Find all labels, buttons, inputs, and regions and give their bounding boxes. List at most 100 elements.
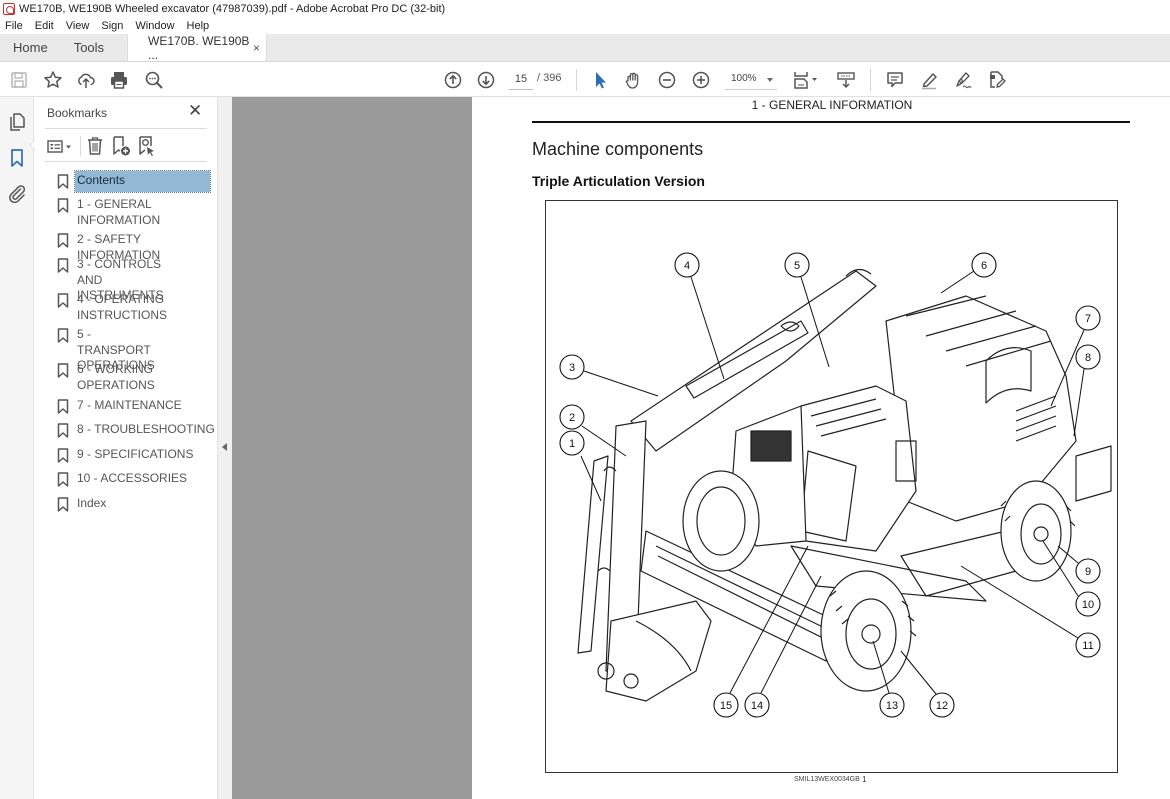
page-thumbnails-icon[interactable]: [7, 112, 27, 132]
sign-pen-icon[interactable]: [953, 70, 973, 90]
menu-view[interactable]: View: [66, 20, 90, 32]
callout-label: 13: [886, 700, 898, 712]
callout-label: 2: [569, 412, 575, 424]
menu-edit[interactable]: Edit: [35, 20, 54, 32]
comment-icon[interactable]: [885, 70, 905, 90]
bookmark-icon: [57, 472, 69, 487]
scroll-mode-icon[interactable]: [836, 70, 856, 90]
callout-12: 12: [900, 650, 955, 718]
edit-pdf-icon[interactable]: [987, 70, 1007, 90]
callout-label: 10: [1082, 599, 1094, 611]
bookmark-icon: [57, 293, 69, 308]
bookmark-label: Index: [77, 496, 107, 510]
menu-file[interactable]: File: [5, 20, 23, 32]
document-background: [232, 97, 472, 799]
bookmark-label: 4 - OPERATING INSTRUCTIONS: [77, 292, 167, 322]
excavator-drawing: 1 2 3 4 5 6 7 8 9 10 11 12 13 14 15: [559, 252, 1112, 718]
find-bookmark-icon[interactable]: [136, 135, 158, 157]
upload-cloud-icon[interactable]: [76, 70, 96, 90]
bookmark-item-general-information[interactable]: 1 - GENERAL INFORMATION: [57, 197, 217, 228]
page-subheading: Triple Articulation Version: [532, 173, 705, 189]
next-page-icon[interactable]: [476, 70, 496, 90]
bookmark-item-troubleshooting[interactable]: 8 - TROUBLESHOOTING: [57, 422, 217, 438]
chevron-down-icon: [767, 78, 773, 82]
zoom-in-icon[interactable]: [691, 70, 711, 90]
callout-label: 5: [794, 260, 800, 272]
toolbar-divider: [576, 69, 577, 91]
bookmark-item-working-operations[interactable]: 6 - WORKING OPERATIONS: [57, 362, 217, 393]
bookmark-label: 10 - ACCESSORIES: [77, 471, 188, 485]
tab-tools[interactable]: Tools: [61, 34, 117, 61]
bookmark-icon: [57, 258, 69, 273]
new-bookmark-icon[interactable]: [110, 135, 132, 157]
menu-bar: File Edit View Sign Window Help: [0, 17, 1170, 34]
previous-page-icon[interactable]: [443, 70, 463, 90]
select-tool-icon[interactable]: [590, 70, 610, 90]
page-running-header: 1 - GENERAL INFORMATION: [751, 98, 913, 112]
tab-document-label: WE170B. WE190B ...: [148, 33, 250, 62]
bookmark-icon: [57, 328, 69, 343]
navigation-rail: [0, 97, 34, 799]
zoom-out-icon[interactable]: [657, 70, 677, 90]
window-title: WE170B, WE190B Wheeled excavator (479870…: [19, 2, 446, 15]
acrobat-app-icon: [3, 2, 15, 15]
bookmark-item-accessories[interactable]: 10 - ACCESSORIES: [57, 471, 217, 487]
tab-bar: Home Tools WE170B. WE190B ... ×: [0, 34, 1170, 62]
bookmark-item-specifications[interactable]: 9 - SPECIFICATIONS: [57, 447, 217, 463]
collapse-panel-icon[interactable]: [222, 443, 227, 451]
bookmark-icon: [57, 363, 69, 378]
print-icon[interactable]: [109, 70, 129, 90]
bookmark-item-operating-instructions[interactable]: 4 - OPERATING INSTRUCTIONS: [57, 292, 217, 323]
menu-window[interactable]: Window: [135, 20, 174, 32]
menu-help[interactable]: Help: [187, 20, 210, 32]
bookmark-label: 1 - GENERAL INFORMATION: [77, 197, 161, 227]
callout-label: 6: [981, 260, 987, 272]
tab-document[interactable]: WE170B. WE190B ... ×: [127, 33, 268, 62]
save-icon[interactable]: [9, 70, 29, 90]
bookmark-item-index[interactable]: Index: [57, 496, 217, 512]
bookmark-icon: [57, 448, 69, 463]
bookmark-icon: [57, 497, 69, 512]
callout-label: 15: [720, 700, 732, 712]
callout-label: 9: [1085, 566, 1091, 578]
close-panel-icon[interactable]: ✕: [188, 102, 202, 119]
callout-label: 11: [1082, 640, 1093, 652]
page-heading: Machine components: [532, 139, 704, 159]
figure-caption: SMIL13WEX0034GB: [794, 776, 860, 783]
hand-tool-icon[interactable]: [623, 70, 643, 90]
panel-splitter[interactable]: [218, 97, 232, 799]
bookmark-icon: [57, 198, 69, 213]
bookmark-label: 7 - MAINTENANCE: [77, 398, 182, 412]
panel-divider: [45, 161, 207, 162]
bookmark-icon: [57, 174, 69, 189]
star-icon[interactable]: [43, 70, 63, 90]
callout-9: 9: [1057, 545, 1101, 584]
tab-home[interactable]: Home: [0, 34, 61, 61]
menu-sign[interactable]: Sign: [101, 20, 123, 32]
panel-divider: [45, 128, 207, 129]
callout-label: 8: [1085, 352, 1091, 364]
callout-label: 14: [751, 700, 763, 712]
page-number-input[interactable]: 15: [509, 70, 533, 90]
callout-6: 6: [940, 252, 997, 294]
bookmarks-panel: Bookmarks ✕ Contents 1 - GENERAL INFORMA…: [35, 97, 218, 799]
bookmark-item-contents[interactable]: Contents: [57, 170, 217, 193]
attachments-icon[interactable]: [7, 183, 27, 204]
header-rule: [532, 121, 1130, 123]
callout-label: 12: [936, 700, 948, 712]
zoom-level-select[interactable]: 100%: [725, 70, 777, 90]
callout-label: 4: [684, 260, 690, 272]
zoom-level-value: 100%: [731, 73, 757, 84]
bookmark-label: 6 - WORKING OPERATIONS: [77, 362, 155, 392]
callout-label: 7: [1085, 313, 1091, 325]
pdf-page: 1 - GENERAL INFORMATION Machine componen…: [472, 97, 1170, 799]
bookmark-item-maintenance[interactable]: 7 - MAINTENANCE: [57, 398, 217, 414]
delete-bookmark-icon[interactable]: [84, 135, 106, 157]
page-total: / 396: [537, 72, 562, 84]
find-text-icon[interactable]: [144, 70, 164, 90]
highlight-pen-icon[interactable]: [919, 70, 939, 90]
bookmark-options-icon[interactable]: [45, 135, 75, 157]
page-display-icon[interactable]: [792, 70, 820, 90]
close-tab-icon[interactable]: ×: [253, 41, 260, 55]
bookmarks-panel-icon[interactable]: [7, 148, 27, 168]
